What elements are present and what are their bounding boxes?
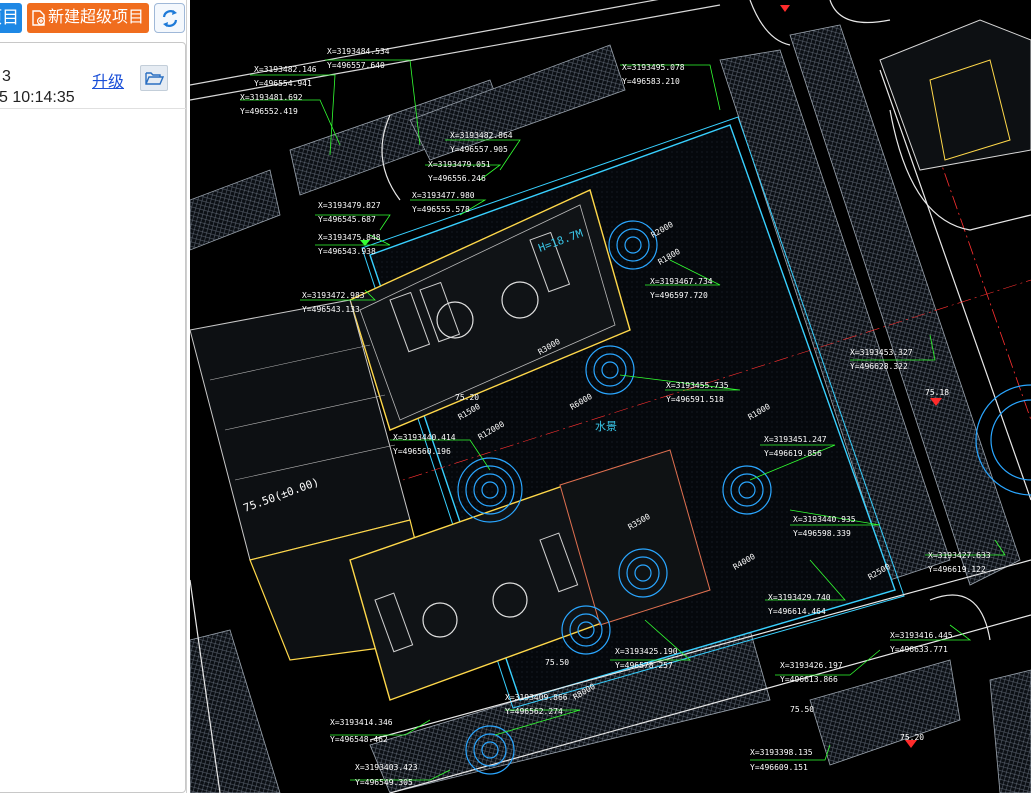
coordinate-label: Y=496556.246 [428,174,486,183]
coordinate-label: Y=496557.640 [327,61,385,70]
coordinate-label: X=3193479.051 [428,160,491,169]
document-plus-icon [32,10,46,26]
coordinate-label: X=3193416.445 [890,631,953,640]
new-super-project-label: 新建超级项目 [48,9,145,26]
coordinate-label: Y=496614.464 [768,607,826,616]
coordinate-label: Y=496560.196 [393,447,451,456]
coordinate-label: X=3193398.135 [750,748,813,757]
coordinate-label: Y=496619.122 [928,565,986,574]
upgrade-link[interactable]: 升级 [92,68,124,92]
row-divider [0,108,186,109]
coordinate-label: X=3193495.078 [622,63,685,72]
coordinate-label: Y=496583.210 [622,77,680,86]
water-feature-label: 水景 [595,420,617,433]
coordinate-label: Y=496578.257 [615,661,673,670]
coordinate-label: X=3193479.827 [318,201,381,210]
project-button[interactable]: 项目 [0,3,22,33]
coordinate-label: Y=496562.274 [505,707,563,716]
coordinate-label: Y=496543.938 [318,247,376,256]
coordinate-label: X=3193403.423 [355,763,418,772]
coordinate-label: X=3193440.935 [793,515,856,524]
elevation-label: 75.20 [455,393,479,402]
coordinate-label: Y=496613.866 [780,675,838,684]
project-timestamp: 5 10:14:35 [0,89,75,106]
coordinate-label: X=3193426.197 [780,661,843,670]
elevation-label: 75.50 [545,658,569,667]
project-button-label: 项目 [0,8,19,27]
coordinate-label: X=3193482.146 [254,65,317,74]
coordinate-label: X=3193414.346 [330,718,393,727]
coordinate-label: Y=496557.905 [450,145,508,154]
coordinate-label: X=3193451.247 [764,435,827,444]
coordinate-label: X=3193409.866 [505,693,568,702]
coordinate-label: X=3193482.864 [450,131,513,140]
project-list [0,42,186,793]
coordinate-label: X=3193429.740 [768,593,831,602]
coordinate-label: X=3193427.633 [928,551,991,560]
coordinate-label: X=3193475.848 [318,233,381,242]
coordinate-label: X=3193453.327 [850,348,913,357]
coordinate-label: Y=496609.151 [750,763,808,772]
coordinate-label: Y=496543.133 [302,305,360,314]
coordinate-label: Y=496545.687 [318,215,376,224]
coordinate-label: Y=496628.322 [850,362,908,371]
new-super-project-button[interactable]: 新建超级项目 [27,3,149,33]
coordinate-label: X=3193455.735 [666,381,729,390]
coordinate-label: Y=496552.419 [240,107,298,116]
open-folder-button[interactable] [140,65,168,91]
panel-toolbar: 项目 新建超级项目 [0,0,190,42]
coordinate-label: X=3193467.734 [650,277,713,286]
elevation-label: 75.20 [900,733,924,742]
cad-drawing-viewport[interactable]: X=3193484.534 Y=496557.640 X=3193482.146 Y=… [190,0,1031,793]
coordinate-label: Y=496554.941 [254,79,312,88]
coordinate-label: Y=496598.339 [793,529,851,538]
coordinate-label: X=3193440.414 [393,433,456,442]
coordinate-label: Y=496549.305 [355,778,413,787]
coordinate-label: X=3193472.983 [302,291,365,300]
folder-open-icon [145,72,164,85]
elevation-label: 75.18 [925,388,949,397]
coordinate-label: Y=496619.856 [764,449,822,458]
coordinate-label: X=3193481.692 [240,93,303,102]
cad-drawing: X=3193484.534 Y=496557.640 X=3193482.146 Y=… [190,0,1031,793]
coordinate-label: Y=496548.462 [330,735,388,744]
coordinate-label: X=3193477.980 [412,191,475,200]
coordinate-label: Y=496591.518 [666,395,724,404]
coordinate-label: X=3193425.190 [615,647,678,656]
elevation-label: 75.50 [790,705,814,714]
building-northeast [879,19,1031,171]
sync-button[interactable] [154,3,185,33]
coordinate-label: Y=496597.720 [650,291,708,300]
coordinate-label: Y=496555.578 [412,205,470,214]
coordinate-label: X=3193484.534 [327,47,390,56]
sync-icon [162,10,178,27]
coordinate-label: Y=496633.771 [890,645,948,654]
project-number: 3 [2,68,11,85]
project-panel: 项目 新建超级项目 3 5 10:14:35 升级 [0,0,190,793]
